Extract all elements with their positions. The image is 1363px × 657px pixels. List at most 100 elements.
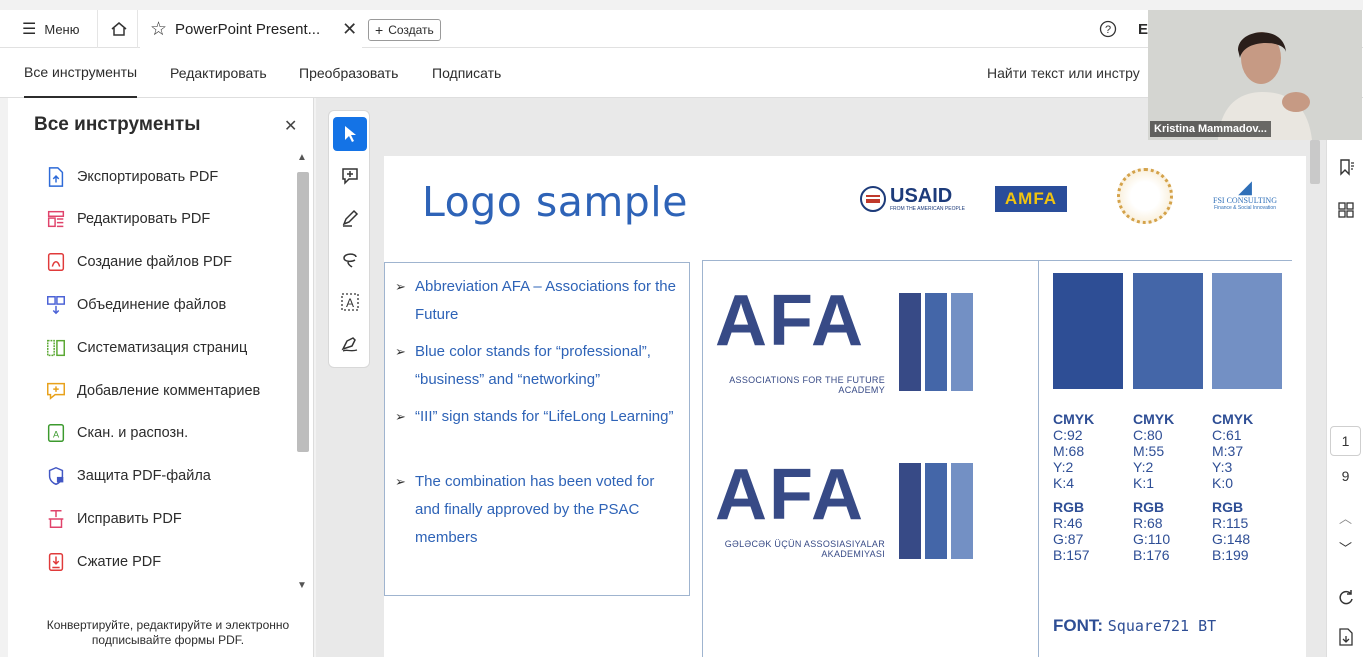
afa-subtitle-1-line2: ACADEMY: [838, 385, 885, 395]
afa-subtitle-1-line1: ASSOCIATIONS FOR THE FUTURE: [729, 375, 885, 385]
color-spec-b: B:157: [1053, 547, 1090, 563]
sidebar-item-organize-pages[interactable]: Систематизация страниц: [8, 326, 298, 369]
close-tab-icon[interactable]: ✕: [342, 19, 357, 40]
help-icon: ?: [1099, 20, 1117, 38]
color-spec: CMYK C:92 M:68 Y:2 K:4 RGB R:46 G:87 B:157: [1053, 411, 1094, 563]
help-button[interactable]: ?: [1098, 10, 1118, 48]
signature-icon: [341, 337, 358, 352]
color-spec-b: B:199: [1212, 547, 1249, 563]
home-icon: [111, 22, 126, 36]
right-rail: 1 9 ︿ ﹀: [1326, 98, 1363, 657]
chevron-down-icon[interactable]: ▼: [297, 580, 307, 591]
edit-pdf-icon: [44, 207, 68, 231]
fsi-mark-icon: ◢: [1238, 177, 1252, 197]
document-viewport[interactable]: Logo sample USAID FROM THE AMERICAN PEOP…: [316, 98, 1326, 657]
sidebar-title: Все инструменты: [34, 114, 201, 135]
page-number-current[interactable]: 1: [1330, 426, 1361, 456]
fsi-wordmark: FSI CONSULTING: [1213, 196, 1277, 205]
usaid-subtitle: FROM THE AMERICAN PEOPLE: [890, 206, 965, 212]
select-tool-button[interactable]: [333, 117, 367, 151]
color-spec-y: Y:2: [1133, 459, 1154, 475]
afa-wordmark-1: AFA: [715, 281, 865, 361]
color-spec-c: C:61: [1212, 427, 1242, 443]
organize-pages-icon: [44, 336, 68, 360]
tab-all-tools[interactable]: Все инструменты: [24, 48, 138, 98]
hamburger-icon: ☰: [22, 21, 37, 38]
sidebar-scrollbar[interactable]: ▲ ▼: [297, 152, 309, 598]
usaid-seal-icon: [860, 186, 886, 212]
plus-icon: +: [375, 22, 384, 38]
logo-showcase-panel: AFA ASSOCIATIONS FOR THE FUTURE ACADEMY …: [702, 260, 1292, 657]
rotate-button[interactable]: [1327, 588, 1363, 606]
create-label: Создать: [388, 23, 434, 37]
scrollbar-thumb[interactable]: [297, 172, 309, 452]
redact-pdf-icon: [44, 507, 68, 531]
slide-bullet: ➢ Abbreviation AFA – Associations for the…: [395, 273, 677, 329]
arrow-bullet-icon: ➢: [395, 344, 406, 359]
usaid-logo: USAID FROM THE AMERICAN PEOPLE: [860, 186, 965, 212]
usaid-wordmark: USAID: [890, 185, 953, 207]
create-button[interactable]: + Создать: [368, 19, 441, 41]
star-icon[interactable]: ☆: [150, 18, 167, 41]
rotate-icon: [1338, 590, 1353, 605]
compress-pdf-icon: [44, 550, 68, 574]
svg-text:A: A: [53, 430, 60, 440]
home-button[interactable]: [100, 10, 138, 48]
tab-sign[interactable]: Подписать: [432, 48, 501, 98]
arrow-bullet-icon: ➢: [395, 474, 406, 489]
sidebar-item-protect-pdf[interactable]: Защита PDF-файла: [8, 455, 298, 498]
sign-tool-button[interactable]: [333, 327, 367, 361]
sidebar-item-combine-files[interactable]: Объединение файлов: [8, 283, 298, 326]
previous-page-chevron-up-icon[interactable]: ︿: [1327, 508, 1363, 527]
color-spec-m: M:55: [1133, 443, 1165, 459]
color-spec-rgb-label: RGB: [1053, 499, 1085, 515]
sidebar-item-label: Исправить PDF: [77, 510, 182, 527]
add-comment-button[interactable]: [333, 159, 367, 193]
tab-convert[interactable]: Преобразовать: [299, 48, 398, 98]
slide-bullet-text: Abbreviation AFA – Associations for the …: [415, 278, 676, 323]
sidebar-item-comment[interactable]: Добавление комментариев: [8, 369, 298, 412]
close-sidebar-icon[interactable]: ✕: [284, 116, 297, 136]
document-scrollbar-thumb[interactable]: [1310, 140, 1320, 184]
text-select-tool-button[interactable]: A: [333, 285, 367, 319]
fsi-consulting-logo: ◢ FSI CONSULTING Finance & Social Innova…: [1206, 178, 1284, 211]
create-pdf-icon: [44, 250, 68, 274]
tab-document[interactable]: ☆ PowerPoint Present... ✕: [140, 10, 362, 48]
color-spec-g: G:110: [1133, 531, 1171, 547]
afa-subtitle-2: GƏLƏCƏK ÜÇÜN ASSOSIASIYALAR AKADEMIYASI: [711, 539, 885, 559]
document-scrollbar[interactable]: [1308, 140, 1322, 657]
color-swatch: [1053, 273, 1123, 389]
bookmark-panel-button[interactable]: [1327, 158, 1363, 176]
next-page-chevron-down-icon[interactable]: ﹀: [1327, 538, 1363, 557]
sidebar-item-label: Скан. и распозн.: [77, 425, 189, 442]
cursor-icon: [345, 126, 356, 142]
extract-page-button[interactable]: [1327, 628, 1363, 646]
color-spec: CMYK C:61 M:37 Y:3 K:0 RGB R:115 G:148 B:199: [1212, 411, 1253, 563]
freehand-tool-button[interactable]: [333, 243, 367, 277]
tab-edit[interactable]: Редактировать: [170, 48, 267, 98]
sidebar-item-edit-pdf[interactable]: Редактировать PDF: [8, 198, 298, 241]
find-text-search[interactable]: Найти текст или инстру: [987, 48, 1140, 98]
color-spec-r: R:68: [1133, 515, 1163, 531]
highlight-tool-button[interactable]: [333, 201, 367, 235]
sidebar-item-scan-ocr[interactable]: A Скан. и распозн.: [8, 412, 298, 455]
thumbnails-panel-button[interactable]: [1327, 202, 1363, 218]
afa-wordmark-2: AFA: [715, 455, 865, 535]
sidebar-item-label: Объединение файлов: [77, 296, 227, 313]
bookmark-icon: [1339, 159, 1354, 176]
color-swatch: [1133, 273, 1203, 389]
sidebar-item-compress-pdf[interactable]: Сжатие PDF: [8, 540, 298, 583]
color-spec-y: Y:3: [1212, 459, 1233, 475]
protect-pdf-icon: [44, 464, 68, 488]
menu-button[interactable]: ☰ Меню: [16, 10, 98, 48]
export-pdf-icon: [44, 165, 68, 189]
menu-label: Меню: [44, 21, 80, 37]
sidebar-item-export-pdf[interactable]: Экспортировать PDF: [8, 155, 298, 198]
chevron-up-icon[interactable]: ▲: [297, 152, 307, 163]
color-spec-y: Y:2: [1053, 459, 1074, 475]
fsi-subtitle: Finance & Social Innovation: [1214, 205, 1276, 211]
webcam-overlay: Kristina Mammadov...: [1148, 10, 1362, 140]
sidebar-item-redact-pdf[interactable]: Исправить PDF: [8, 497, 298, 540]
color-spec-k: K:0: [1212, 475, 1234, 491]
sidebar-item-create-pdf[interactable]: Создание файлов PDF: [8, 241, 298, 284]
